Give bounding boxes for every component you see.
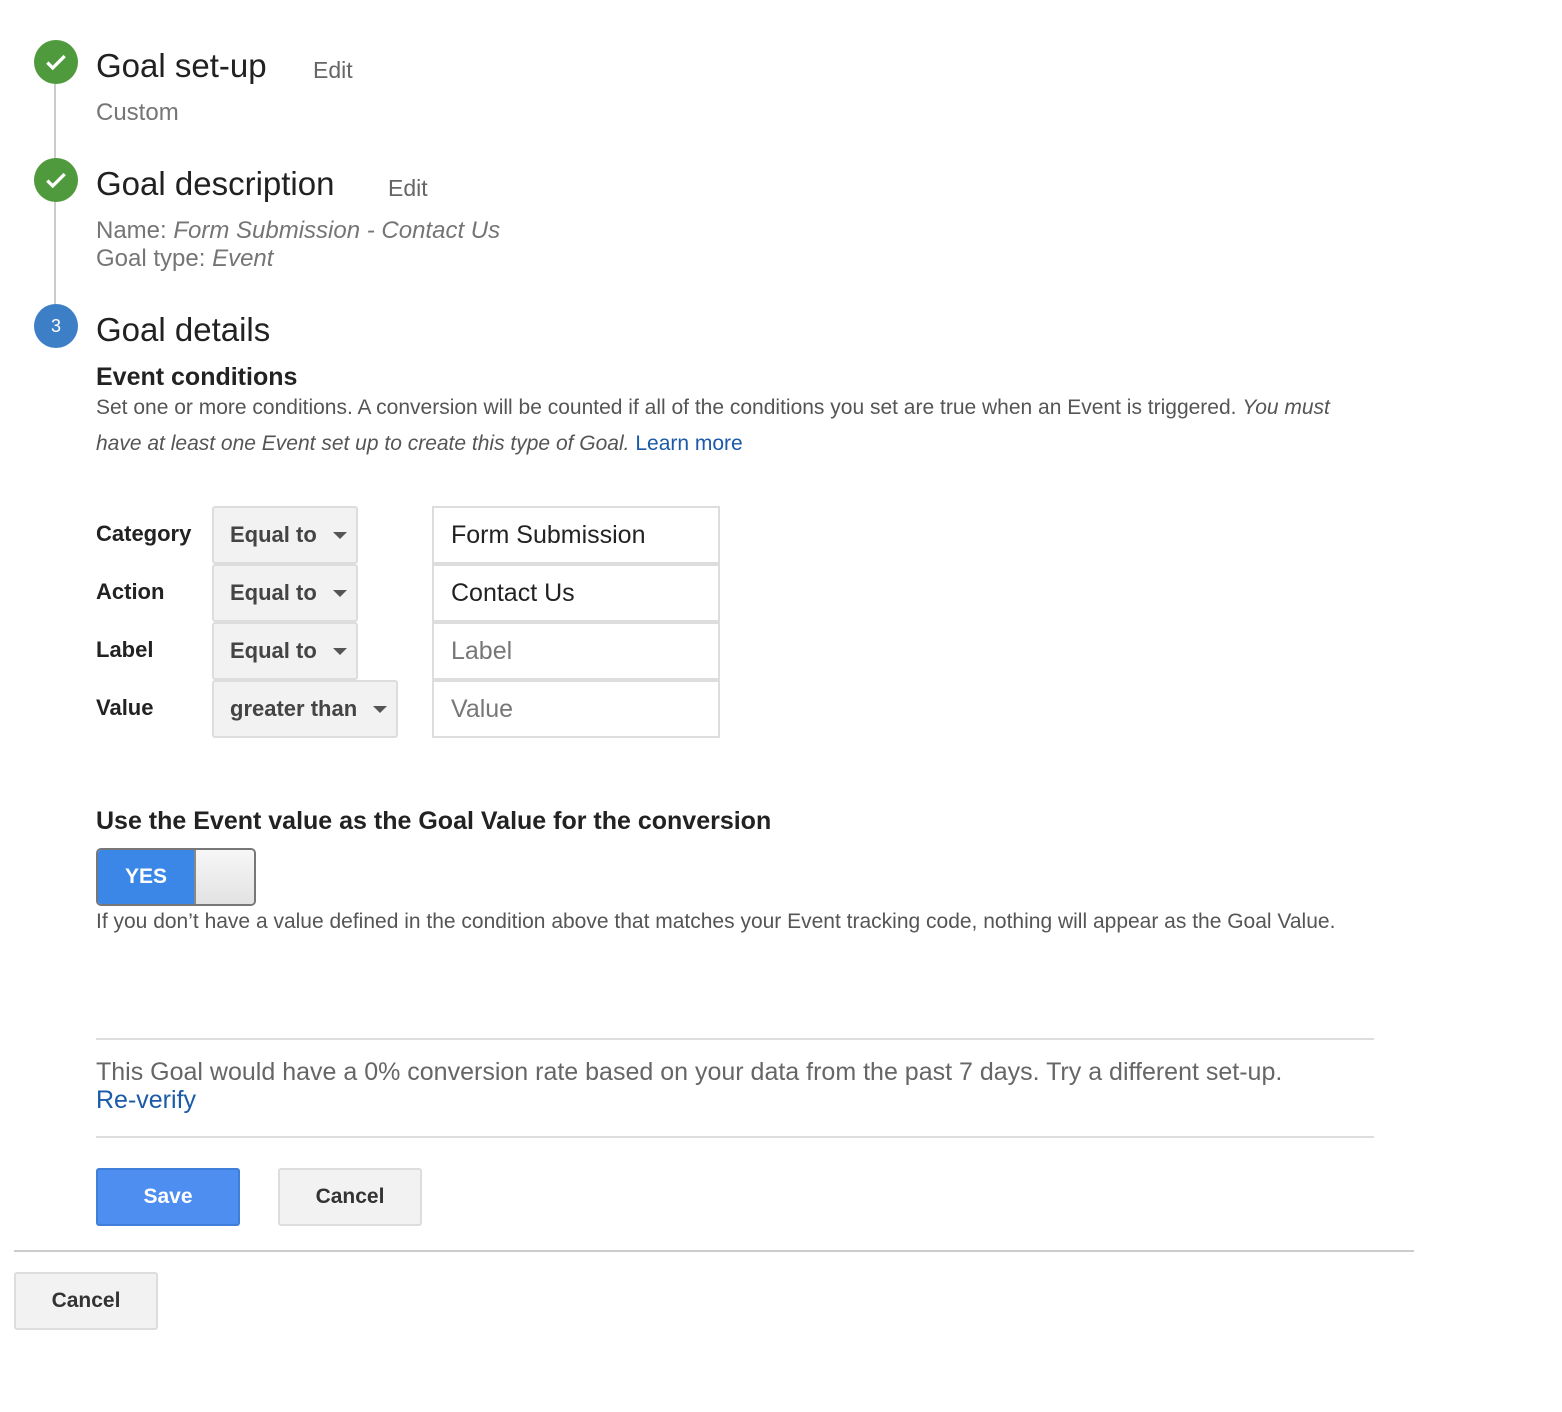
label-operator-select[interactable]: Equal to <box>212 622 358 680</box>
goal-setup-summary: Custom <box>96 99 179 126</box>
goal-type-value: Event <box>212 245 274 272</box>
cancel-button[interactable]: Cancel <box>278 1168 422 1226</box>
goal-value-heading: Use the Event value as the Goal Value fo… <box>96 807 772 835</box>
goal-name-value: Form Submission - Contact Us <box>173 217 501 244</box>
value-value-input[interactable]: Value <box>432 680 720 738</box>
action-value-input[interactable]: Contact Us <box>432 564 720 622</box>
goal-value-help: If you don’t have a value defined in the… <box>96 910 1336 933</box>
divider <box>96 1038 1374 1040</box>
step-title-goal-setup: Goal set-up <box>96 47 267 84</box>
re-verify-link[interactable]: Re-verify <box>96 1086 1366 1114</box>
learn-more-link[interactable]: Learn more <box>635 432 742 455</box>
verify-text: This Goal would have a 0% conversion rat… <box>96 1058 1283 1086</box>
goal-type: Goal type: Event <box>96 245 273 273</box>
condition-label: Category <box>96 521 192 546</box>
toggle-on-label: YES <box>98 850 194 904</box>
caret-down-icon <box>332 531 347 539</box>
step-complete-check-icon <box>34 158 78 202</box>
caret-down-icon <box>332 589 347 597</box>
step-title-goal-details: Goal details <box>96 311 271 348</box>
condition-label: Value <box>96 695 154 720</box>
caret-down-icon <box>332 647 347 655</box>
divider <box>14 1250 1414 1252</box>
label-value-input[interactable]: Label <box>432 622 720 680</box>
select-value: Equal to <box>230 522 317 547</box>
step-complete-check-icon <box>34 40 78 84</box>
action-operator-select[interactable]: Equal to <box>212 564 358 622</box>
save-button[interactable]: Save <box>96 1168 240 1226</box>
edit-goal-description-link[interactable]: Edit <box>388 175 428 202</box>
value-operator-select[interactable]: greater than <box>212 680 398 738</box>
outer-cancel-button[interactable]: Cancel <box>14 1272 158 1330</box>
goal-type-label: Goal type: <box>96 245 206 272</box>
verify-message: This Goal would have a 0% conversion rat… <box>96 1058 1366 1114</box>
toggle-knob <box>194 850 254 904</box>
step-number-badge: 3 <box>34 304 78 348</box>
goal-value-toggle[interactable]: YES <box>96 848 256 906</box>
event-conditions-description: Set one or more conditions. A conversion… <box>96 390 1366 462</box>
category-value-input[interactable]: Form Submission <box>432 506 720 564</box>
goal-name-label: Name: <box>96 217 167 244</box>
condition-label: Label <box>96 637 154 662</box>
divider <box>96 1136 1374 1138</box>
description-text: Set one or more conditions. A conversion… <box>96 396 1237 419</box>
step-title-goal-description: Goal description <box>96 165 335 202</box>
select-value: Equal to <box>230 580 317 605</box>
edit-goal-setup-link[interactable]: Edit <box>313 57 353 84</box>
condition-label: Action <box>96 579 165 604</box>
goal-name: Name: Form Submission - Contact Us <box>96 217 500 245</box>
category-operator-select[interactable]: Equal to <box>212 506 358 564</box>
event-conditions-heading: Event conditions <box>96 363 298 391</box>
select-value: greater than <box>230 696 358 721</box>
caret-down-icon <box>373 705 388 713</box>
select-value: Equal to <box>230 638 317 663</box>
